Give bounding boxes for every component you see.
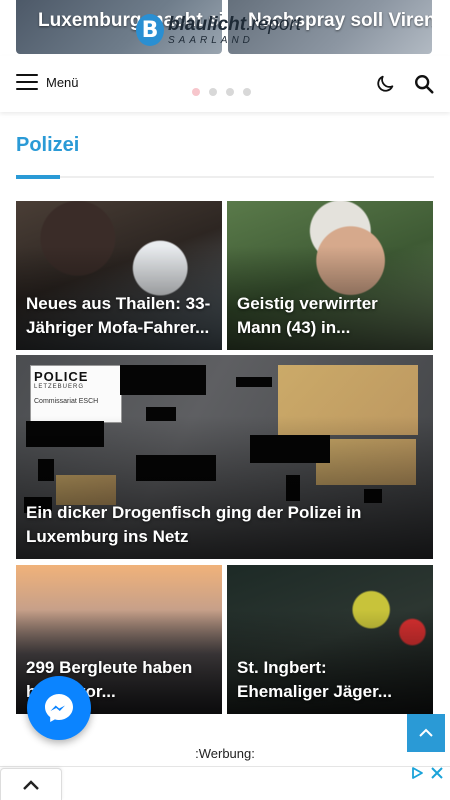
logo-domain-text: .report	[246, 13, 302, 35]
logo-mark-icon: B	[136, 14, 164, 46]
police-sign-office: Commissariat ESCH	[34, 398, 99, 405]
top-slider: Luxemburg macht sich Nachspray soll Vire…	[0, 0, 450, 56]
slider-dot[interactable]	[226, 88, 234, 96]
dark-mode-toggle[interactable]	[374, 73, 396, 95]
police-sign: POLICE LETZEBUERG Commissariat ESCH	[30, 365, 122, 423]
logo-sub-text: SAARLAND	[168, 34, 254, 46]
slider-dots	[192, 88, 251, 96]
ad-collapse-tab[interactable]	[0, 768, 62, 800]
menu-button[interactable]: Menü	[16, 74, 79, 90]
messenger-button[interactable]	[27, 676, 91, 740]
close-icon[interactable]	[430, 766, 444, 780]
ad-controls	[410, 766, 444, 780]
search-button[interactable]	[413, 73, 435, 95]
article-card-featured[interactable]: POLICE LETZEBUERG Commissariat ESCH Ein …	[16, 355, 433, 559]
article-card[interactable]: St. Ingbert: Ehemaliger Jäger...	[227, 565, 433, 714]
section-divider	[16, 175, 434, 179]
article-card[interactable]: Neues aus Thailen: 33-Jähriger Mofa-Fahr…	[16, 201, 222, 350]
hamburger-icon	[16, 74, 38, 90]
chevron-up-icon	[23, 779, 39, 790]
redaction-box	[236, 377, 272, 387]
article-title[interactable]: St. Ingbert: Ehemaliger Jäger...	[237, 656, 423, 704]
slider-dot[interactable]	[243, 88, 251, 96]
police-sign-title: POLICE	[34, 369, 89, 384]
moon-icon	[377, 75, 394, 92]
site-logo[interactable]: B blaulicht.report SAARLAND	[136, 14, 301, 46]
adchoices-icon[interactable]	[410, 766, 424, 780]
article-title[interactable]: Ein dicker Drogenfisch ging der Polizei …	[26, 501, 423, 549]
redaction-box	[120, 365, 206, 395]
search-icon	[415, 75, 434, 94]
logo-main-text: blaulicht	[168, 13, 247, 35]
article-title[interactable]: Neues aus Thailen: 33-Jähriger Mofa-Fahr…	[26, 292, 212, 340]
header-bar: Menü	[0, 56, 450, 112]
menu-label: Menü	[46, 74, 79, 90]
ad-label: :Werbung:	[195, 746, 255, 761]
section-title[interactable]: Polizei	[16, 134, 79, 157]
slider-dot[interactable]	[192, 88, 200, 96]
article-title[interactable]: Geistig verwirrter Mann (43) in...	[237, 292, 423, 340]
slider-dot[interactable]	[209, 88, 217, 96]
police-sign-country: LETZEBUERG	[34, 384, 85, 390]
messenger-icon	[45, 694, 73, 722]
ad-bar	[0, 766, 450, 800]
article-card[interactable]: Geistig verwirrter Mann (43) in...	[227, 201, 433, 350]
chevron-up-icon	[419, 728, 433, 737]
